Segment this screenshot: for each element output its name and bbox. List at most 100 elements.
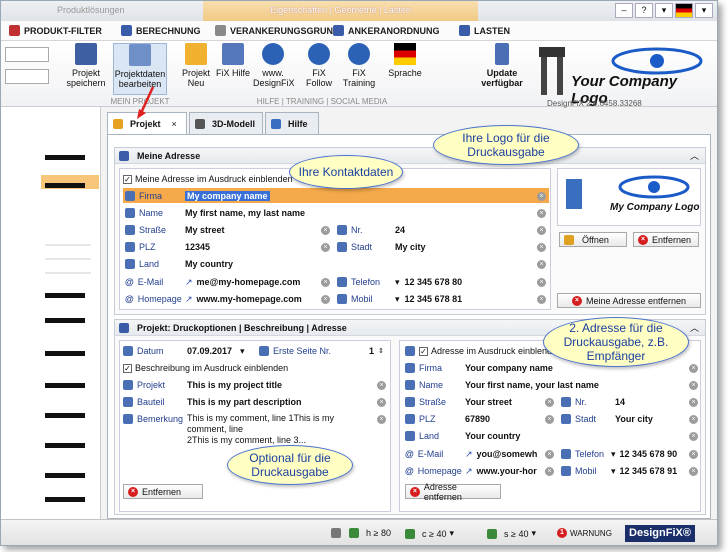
- clear-icon[interactable]: ×: [377, 415, 386, 424]
- recipient-phone-field[interactable]: 12 345 678 90: [620, 449, 678, 459]
- clear-icon[interactable]: ×: [689, 398, 698, 407]
- collapse-icon[interactable]: ︿: [690, 149, 699, 162]
- clear-icon[interactable]: ×: [537, 295, 546, 304]
- clear-icon[interactable]: ×: [537, 192, 546, 201]
- help-icon[interactable]: ?: [635, 3, 653, 18]
- print-address-checkbox[interactable]: ✓ Meine Adresse im Ausdruck einblenden: [123, 172, 293, 186]
- recipient-street-field[interactable]: Your street: [465, 397, 512, 407]
- save-project-button[interactable]: Projekt speichern: [63, 43, 109, 95]
- menu-produkt-filter[interactable]: PRODUKT-FILTER: [9, 25, 102, 36]
- new-project-button[interactable]: Projekt Neu: [173, 43, 219, 95]
- update-button[interactable]: Update verfügbar: [477, 43, 527, 95]
- stepper-icon[interactable]: ⇕: [378, 347, 384, 355]
- dropdown-icon[interactable]: ▾: [240, 346, 245, 357]
- fix-training-button[interactable]: FiX Training: [339, 43, 379, 95]
- dropdown-icon[interactable]: ▾: [695, 3, 713, 18]
- ribbon-combo-1[interactable]: [5, 47, 49, 62]
- clear-icon[interactable]: ×: [689, 381, 698, 390]
- fix-follow-button[interactable]: FiX Follow: [299, 43, 339, 95]
- menu-verankerungsgrund[interactable]: VERANKERUNGSGRUND: [215, 25, 340, 36]
- fix-help-button[interactable]: FiX Hilfe: [215, 43, 251, 95]
- clear-icon[interactable]: ×: [377, 381, 386, 390]
- warning-indicator[interactable]: 1 WARNUNG: [557, 528, 612, 538]
- clear-icon[interactable]: ×: [321, 243, 330, 252]
- remove-address2-button[interactable]: × Adresse entfernen: [405, 482, 501, 502]
- phone-field[interactable]: 12 345 678 80: [405, 277, 463, 287]
- recipient-zip-field[interactable]: 67890: [465, 414, 490, 424]
- clear-icon[interactable]: ×: [545, 415, 554, 424]
- remove-description-button[interactable]: × Entfernen: [123, 484, 203, 499]
- recipient-city-field[interactable]: Your city: [615, 414, 653, 424]
- project-title-field[interactable]: This is my project title: [187, 380, 282, 390]
- clear-icon[interactable]: ×: [537, 278, 546, 287]
- clear-icon[interactable]: ×: [689, 364, 698, 373]
- clear-icon[interactable]: ×: [537, 209, 546, 218]
- part-description-field[interactable]: This is my part description: [187, 397, 302, 407]
- clear-icon[interactable]: ×: [537, 226, 546, 235]
- collapse-icon[interactable]: ︿: [690, 321, 699, 334]
- clear-icon[interactable]: ×: [689, 450, 698, 459]
- dropdown-icon[interactable]: ▾: [395, 294, 400, 305]
- close-icon[interactable]: ×: [172, 119, 177, 129]
- email-field[interactable]: me@my-homepage.com: [197, 277, 301, 287]
- comment-field[interactable]: This is my comment, line 1This is my com…: [187, 413, 375, 446]
- print-description-checkbox[interactable]: ✓ Beschreibung im Ausdruck einblenden: [123, 361, 288, 375]
- menu-row: PRODUKT-FILTER BERECHNUNG VERANKERUNGSGR…: [1, 21, 717, 41]
- recipient-number-field[interactable]: 14: [615, 397, 625, 407]
- logo-preview[interactable]: My Company Logo: [557, 168, 701, 226]
- recipient-name-field[interactable]: Your first name, your last name: [465, 380, 599, 390]
- clear-icon[interactable]: ×: [545, 467, 554, 476]
- dropdown-icon[interactable]: ▾: [611, 466, 616, 477]
- tab-hilfe[interactable]: Hilfe: [265, 112, 319, 134]
- status-s[interactable]: s ≥ 40 ▾: [487, 528, 536, 539]
- zip-field[interactable]: 12345: [185, 242, 210, 252]
- ribbon-combo-2[interactable]: [5, 69, 49, 84]
- remove-logo-button[interactable]: × Entfernen: [633, 232, 699, 247]
- clear-icon[interactable]: ×: [321, 278, 330, 287]
- menu-berechnung[interactable]: BERECHNUNG: [121, 25, 201, 36]
- clear-icon[interactable]: ×: [537, 243, 546, 252]
- name-field[interactable]: My first name, my last name: [185, 208, 305, 218]
- remove-my-address-button[interactable]: × Meine Adresse entfernen: [557, 293, 701, 308]
- country-field[interactable]: My country: [185, 259, 233, 269]
- clear-icon[interactable]: ×: [689, 467, 698, 476]
- first-page-field[interactable]: 1: [369, 346, 374, 356]
- house-number-field[interactable]: 24: [395, 225, 405, 235]
- recipient-country-field[interactable]: Your country: [465, 431, 520, 441]
- flag-icon[interactable]: [675, 3, 693, 18]
- dropdown-icon[interactable]: ▾: [655, 3, 673, 18]
- clear-icon[interactable]: ×: [377, 398, 386, 407]
- recipient-company-field[interactable]: Your company name: [465, 363, 553, 373]
- status-h[interactable]: h ≥ 80: [349, 528, 391, 538]
- tab-3d-modell[interactable]: 3D-Modell: [189, 112, 263, 134]
- menu-ankeranordnung[interactable]: ANKERANORDNUNG: [333, 25, 440, 36]
- recipient-email-field[interactable]: you@somewh: [477, 449, 538, 459]
- print-address2-checkbox[interactable]: ✓: [419, 346, 428, 356]
- city-field[interactable]: My city: [395, 242, 426, 252]
- clear-icon[interactable]: ×: [537, 260, 546, 269]
- company-field[interactable]: My company name: [185, 191, 270, 201]
- clear-icon[interactable]: ×: [545, 398, 554, 407]
- menu-lasten[interactable]: LASTEN: [459, 25, 510, 36]
- clear-icon[interactable]: ×: [689, 415, 698, 424]
- homepage-field[interactable]: www.my-homepage.com: [197, 294, 302, 304]
- open-logo-button[interactable]: Öffnen: [559, 232, 627, 247]
- language-button[interactable]: Sprache: [385, 43, 425, 95]
- left-sidebar[interactable]: [1, 107, 101, 519]
- minimize-icon[interactable]: –: [615, 3, 633, 18]
- clear-icon[interactable]: ×: [689, 432, 698, 441]
- street-field[interactable]: My street: [185, 225, 225, 235]
- lock-icon[interactable]: [331, 528, 345, 538]
- clear-icon[interactable]: ×: [545, 450, 554, 459]
- date-field[interactable]: 07.09.2017: [187, 346, 232, 356]
- website-button[interactable]: www. DesignFiX: [253, 43, 295, 95]
- brand-logo: DesignFiX®: [625, 525, 695, 542]
- mobile-field[interactable]: 12 345 678 81: [405, 294, 463, 304]
- recipient-homepage-field[interactable]: www.your-hor: [477, 466, 537, 476]
- recipient-mobile-field[interactable]: 12 345 678 91: [620, 466, 678, 476]
- clear-icon[interactable]: ×: [321, 226, 330, 235]
- dropdown-icon[interactable]: ▾: [395, 277, 400, 288]
- clear-icon[interactable]: ×: [321, 295, 330, 304]
- dropdown-icon[interactable]: ▾: [611, 449, 616, 460]
- status-c[interactable]: c ≥ 40 ▾: [405, 528, 454, 539]
